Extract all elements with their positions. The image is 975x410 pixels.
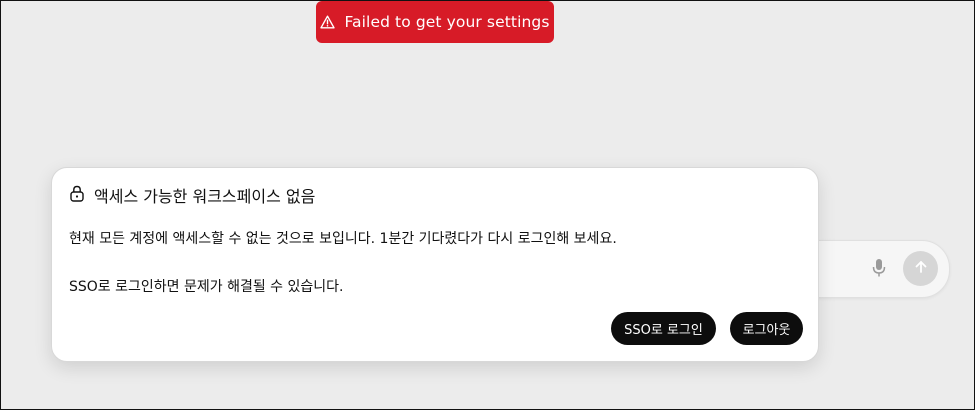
logout-button[interactable]: 로그아웃 (730, 312, 803, 345)
dialog-header: 액세스 가능한 워크스페이스 없음 (69, 183, 315, 207)
toast-message: Failed to get your settings (344, 13, 550, 31)
send-button[interactable] (903, 251, 938, 286)
error-toast: Failed to get your settings (316, 1, 554, 43)
sso-login-button[interactable]: SSO로 로그인 (611, 312, 716, 345)
dialog-title: 액세스 가능한 워크스페이스 없음 (94, 187, 316, 206)
dialog-hint: SSO로 로그인하면 문제가 해결될 수 있습니다. (69, 279, 344, 295)
warning-triangle-icon (320, 15, 336, 29)
arrow-up-icon (913, 259, 929, 279)
dialog-message: 현재 모든 계정에 액세스할 수 없는 것으로 보입니다. 1분간 기다렸다가 … (69, 231, 617, 247)
no-workspace-dialog: 액세스 가능한 워크스페이스 없음 현재 모든 계정에 액세스할 수 없는 것으… (51, 167, 819, 362)
lock-icon (69, 185, 85, 206)
microphone-icon[interactable] (872, 256, 886, 280)
